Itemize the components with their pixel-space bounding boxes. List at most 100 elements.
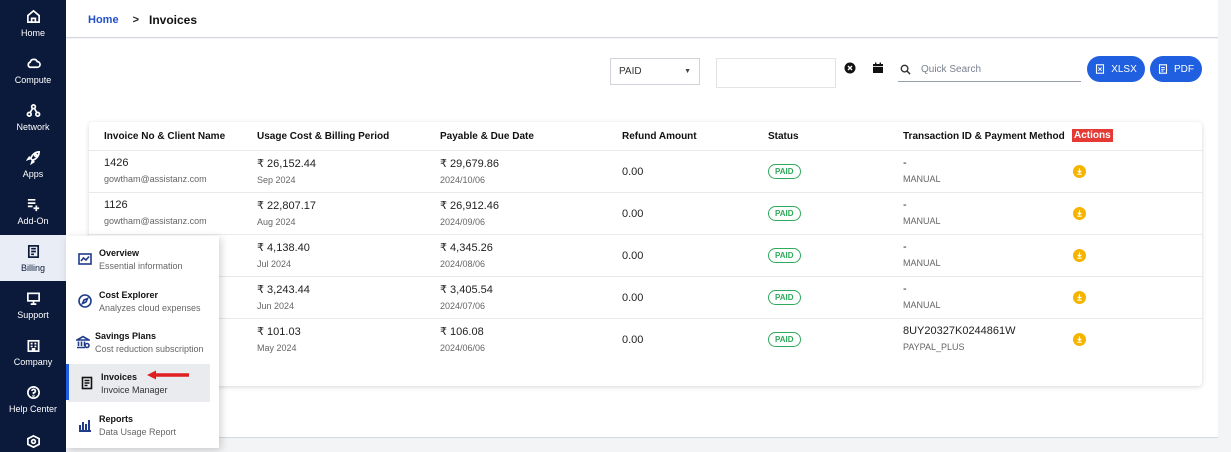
download-invoice-button[interactable] bbox=[1073, 207, 1086, 220]
download-invoice-button[interactable] bbox=[1073, 165, 1086, 178]
table-row: 1426 gowtham@assistanz.com ₹ 26,152.44 Sep… bbox=[89, 150, 1202, 192]
menu-item-subtitle: Cost reduction subscription bbox=[95, 343, 204, 354]
nav-item-compute[interactable]: Compute bbox=[0, 47, 66, 93]
search-icon bbox=[900, 64, 911, 75]
menu-item-subtitle: Data Usage Report bbox=[99, 426, 177, 437]
settings-box-icon bbox=[25, 433, 41, 449]
download-icon bbox=[1077, 168, 1082, 175]
close-circle-icon bbox=[844, 62, 856, 74]
table-row: 1126 gowtham@assistanz.com ₹ 22,807.17 Aug… bbox=[89, 192, 1202, 234]
nav-item-label: Network bbox=[16, 122, 50, 132]
quick-search bbox=[898, 58, 1081, 82]
download-invoice-button[interactable] bbox=[1073, 249, 1086, 262]
bank-icon bbox=[75, 334, 91, 350]
breadcrumb: Home > Invoices bbox=[88, 13, 197, 27]
monitor-icon bbox=[25, 290, 41, 306]
payable-amount: ₹ 26,912.46 bbox=[440, 200, 499, 212]
calendar-icon bbox=[873, 62, 883, 73]
help-icon bbox=[25, 384, 41, 400]
transaction-id: - bbox=[903, 283, 907, 295]
list-add-icon bbox=[25, 196, 41, 212]
column-header-refund: Refund Amount bbox=[622, 130, 697, 142]
file-icon bbox=[1158, 64, 1168, 74]
payment-method: MANUAL bbox=[903, 300, 941, 310]
column-header-payable: Payable & Due Date bbox=[440, 130, 534, 142]
transaction-id: 8UY20327K0244861W bbox=[903, 325, 1016, 337]
payment-method: MANUAL bbox=[903, 216, 941, 226]
due-date: 2024/09/06 bbox=[440, 217, 486, 227]
top-header: Home > Invoices bbox=[66, 0, 1218, 38]
billing-menu-savings-plans[interactable]: Savings Plans Cost reduction subscription bbox=[66, 323, 219, 361]
export-pdf-button[interactable]: PDF bbox=[1150, 56, 1202, 82]
usage-cost: ₹ 22,807.17 bbox=[257, 200, 316, 212]
breadcrumb-home-link[interactable]: Home bbox=[88, 14, 119, 26]
download-invoice-button[interactable] bbox=[1073, 333, 1086, 346]
billing-period: Jun 2024 bbox=[257, 301, 295, 311]
page-title: Invoices bbox=[149, 13, 198, 27]
menu-item-title: Cost Explorer bbox=[99, 289, 159, 300]
download-invoice-button[interactable] bbox=[1073, 291, 1086, 304]
usage-cost: ₹ 3,243.44 bbox=[257, 284, 310, 296]
status-filter-select[interactable]: PAID ▼ bbox=[610, 58, 700, 85]
nav-item-help-center[interactable]: Help Center bbox=[0, 376, 66, 422]
network-icon bbox=[25, 102, 41, 118]
status-badge: PAID bbox=[768, 248, 801, 263]
status-badge: PAID bbox=[768, 290, 801, 305]
invoices-table: Invoice No & Client Name Usage Cost & Bi… bbox=[89, 122, 1202, 386]
export-xlsx-button[interactable]: XLSX bbox=[1087, 56, 1145, 82]
nav-item-label: Help Center bbox=[8, 404, 58, 414]
breadcrumb-separator: > bbox=[132, 14, 139, 26]
receipt-icon bbox=[79, 375, 95, 391]
search-input[interactable] bbox=[921, 64, 1071, 75]
nav-rail: Home Compute Network Apps Add-On Billing… bbox=[0, 0, 66, 452]
calendar-button[interactable] bbox=[869, 60, 887, 76]
active-menu-indicator bbox=[66, 364, 69, 400]
nav-item-home[interactable]: Home bbox=[0, 0, 66, 46]
billing-menu-cost-explorer[interactable]: Cost Explorer Analyzes cloud expenses bbox=[66, 282, 219, 320]
billing-period: Sep 2024 bbox=[257, 175, 296, 185]
invoice-number: 1426 bbox=[104, 157, 129, 169]
nav-item-billing[interactable]: Billing bbox=[0, 235, 66, 281]
pointer-arrow-icon bbox=[147, 370, 189, 380]
status-filter-value: PAID bbox=[619, 66, 642, 77]
refund-amount: 0.00 bbox=[622, 334, 644, 346]
menu-item-subtitle: Invoice Manager bbox=[101, 384, 168, 395]
table-row: ₹ 3,243.44 Jun 2024 ₹ 3,405.54 2024/07/06 … bbox=[89, 276, 1202, 318]
column-header-status: Status bbox=[768, 130, 799, 142]
transaction-id: - bbox=[903, 157, 907, 169]
payable-amount: ₹ 106.08 bbox=[440, 326, 484, 338]
due-date: 2024/08/06 bbox=[440, 259, 486, 269]
nav-item-label: Billing bbox=[20, 263, 45, 273]
client-name: gowtham@assistanz.com bbox=[104, 216, 207, 226]
usage-cost: ₹ 4,138.40 bbox=[257, 242, 310, 254]
usage-cost: ₹ 101.03 bbox=[257, 326, 301, 338]
nav-item-company[interactable]: Company bbox=[0, 329, 66, 375]
download-icon bbox=[1077, 210, 1082, 217]
date-range-input[interactable] bbox=[716, 58, 836, 88]
billing-menu-reports[interactable]: Reports Data Usage Report bbox=[66, 406, 219, 444]
column-header-invoice: Invoice No & Client Name bbox=[104, 130, 226, 142]
clear-date-button[interactable] bbox=[841, 60, 859, 76]
payable-amount: ₹ 4,345.26 bbox=[440, 242, 493, 254]
status-badge: PAID bbox=[768, 332, 801, 347]
nav-item-apps[interactable]: Apps bbox=[0, 141, 66, 187]
nav-item-support[interactable]: Support bbox=[0, 282, 66, 328]
refund-amount: 0.00 bbox=[622, 166, 644, 178]
status-badge: PAID bbox=[768, 164, 801, 179]
due-date: 2024/10/06 bbox=[440, 175, 486, 185]
billing-period: May 2024 bbox=[257, 343, 297, 353]
rocket-icon bbox=[25, 149, 41, 165]
transaction-id: - bbox=[903, 199, 907, 211]
column-header-usage: Usage Cost & Billing Period bbox=[257, 130, 390, 142]
table-row: ₹ 4,138.40 Jul 2024 ₹ 4,345.26 2024/08/06 … bbox=[89, 234, 1202, 276]
nav-item-network[interactable]: Network bbox=[0, 94, 66, 140]
nav-item-add-on[interactable]: Add-On bbox=[0, 188, 66, 234]
table-row: ₹ 101.03 May 2024 ₹ 106.08 2024/06/06 0.00… bbox=[89, 318, 1202, 360]
payment-method: MANUAL bbox=[903, 174, 941, 184]
billing-period: Aug 2024 bbox=[257, 217, 296, 227]
billing-menu-overview[interactable]: Overview Essential information bbox=[66, 240, 219, 278]
menu-item-subtitle: Analyzes cloud expenses bbox=[99, 302, 201, 313]
export-pdf-label: PDF bbox=[1174, 63, 1194, 75]
menu-item-title: Savings Plans bbox=[95, 330, 157, 341]
nav-item-settings[interactable] bbox=[0, 420, 66, 452]
